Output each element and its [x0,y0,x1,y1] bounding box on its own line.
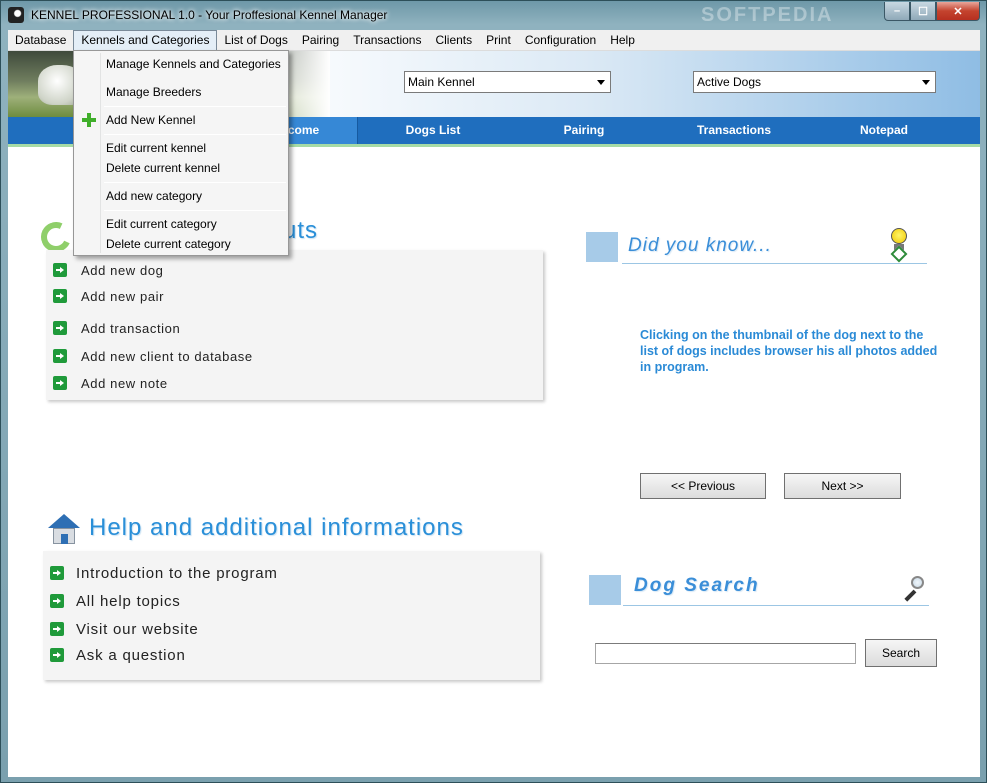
help-ask-question-link[interactable]: Ask a question [50,646,186,664]
help-website-link[interactable]: Visit our website [50,620,199,638]
window-controls: – ☐ ✕ [884,2,980,21]
app-window: KENNEL PROFESSIONAL 1.0 - Your Proffesio… [0,0,987,783]
minimize-button[interactable]: – [884,2,910,21]
arrow-right-icon [53,376,67,390]
maximize-button[interactable]: ☐ [910,2,936,21]
menu-pairing[interactable]: Pairing [295,30,346,51]
window-title: KENNEL PROFESSIONAL 1.0 - Your Proffesio… [31,8,388,22]
menu-list-of-dogs[interactable]: List of Dogs [217,30,294,51]
menu-item-manage-breeders[interactable]: Manage Breeders [106,85,201,99]
menu-database[interactable]: Database [8,30,73,51]
chevron-down-icon [922,80,930,85]
tab-dogs-list[interactable]: Dogs List [368,117,498,144]
tab-notepad[interactable]: Notepad [819,117,949,144]
search-button[interactable]: Search [865,639,937,667]
shortcut-add-new-client[interactable]: Add new client to database [53,347,253,365]
previous-tip-button[interactable]: << Previous [640,473,766,499]
menu-transactions[interactable]: Transactions [346,30,428,51]
arrow-right-icon [53,289,67,303]
plus-icon [82,113,96,127]
help-title: Help and additional informations [89,514,464,541]
magnifier-icon [901,575,927,602]
menu-item-add-new-kennel[interactable]: Add New Kennel [106,113,195,127]
menu-item-manage-kennels[interactable]: Manage Kennels and Categories [106,57,281,71]
dogs-filter-value: Active Dogs [697,75,762,89]
arrow-right-icon [53,321,67,335]
close-button[interactable]: ✕ [936,2,980,21]
menu-configuration[interactable]: Configuration [518,30,603,51]
softpedia-watermark: SOFTPEDIA [701,4,834,26]
menu-kennels-and-categories[interactable]: Kennels and Categories [73,30,218,51]
lightbulb-icon [888,228,910,263]
kennel-select[interactable]: Main Kennel [404,71,611,93]
dogs-filter-select[interactable]: Active Dogs [693,71,936,93]
menu-bar: Database Kennels and Categories List of … [8,30,980,51]
app-icon[interactable] [8,7,24,23]
menu-item-delete-kennel[interactable]: Delete current kennel [106,161,220,175]
next-tip-button[interactable]: Next >> [784,473,901,499]
shortcut-add-transaction[interactable]: Add transaction [53,319,180,337]
arrow-right-icon [53,349,67,363]
menu-item-add-category[interactable]: Add new category [106,189,202,203]
chevron-down-icon [597,80,605,85]
menu-print[interactable]: Print [479,30,518,51]
did-you-know-text: Clicking on the thumbnail of the dog nex… [640,328,938,374]
tab-pairing[interactable]: Pairing [519,117,649,144]
help-all-topics-link[interactable]: All help topics [50,592,181,610]
arrow-right-icon [50,622,64,636]
tab-transactions[interactable]: Transactions [669,117,799,144]
menu-item-edit-kennel[interactable]: Edit current kennel [106,141,206,155]
home-icon [48,514,80,546]
menu-item-edit-category[interactable]: Edit current category [106,217,217,231]
arrow-right-icon [50,566,64,580]
help-introduction-link[interactable]: Introduction to the program [50,564,278,582]
did-you-know-marker [586,232,618,262]
shortcuts-panel: Add new dog Add new pair Add transaction… [46,250,543,400]
shortcut-add-new-pair[interactable]: Add new pair [53,287,164,305]
did-you-know-title: Did you know... [628,235,772,256]
dog-search-marker [589,575,621,605]
arrow-right-icon [50,648,64,662]
shortcut-add-new-dog[interactable]: Add new dog [53,261,164,279]
help-panel: Introduction to the program All help top… [43,551,540,680]
arrow-right-icon [50,594,64,608]
title-bar[interactable]: KENNEL PROFESSIONAL 1.0 - Your Proffesio… [1,1,986,29]
dog-search-title: Dog Search [634,575,760,596]
menu-help[interactable]: Help [603,30,642,51]
kennel-select-value: Main Kennel [408,75,475,89]
shortcut-add-new-note[interactable]: Add new note [53,374,168,392]
menu-item-delete-category[interactable]: Delete current category [106,237,231,251]
menu-clients[interactable]: Clients [428,30,479,51]
dog-search-input[interactable] [595,643,856,664]
kennels-dropdown-menu: Manage Kennels and Categories Manage Bre… [73,50,289,256]
arrow-right-icon [53,263,67,277]
